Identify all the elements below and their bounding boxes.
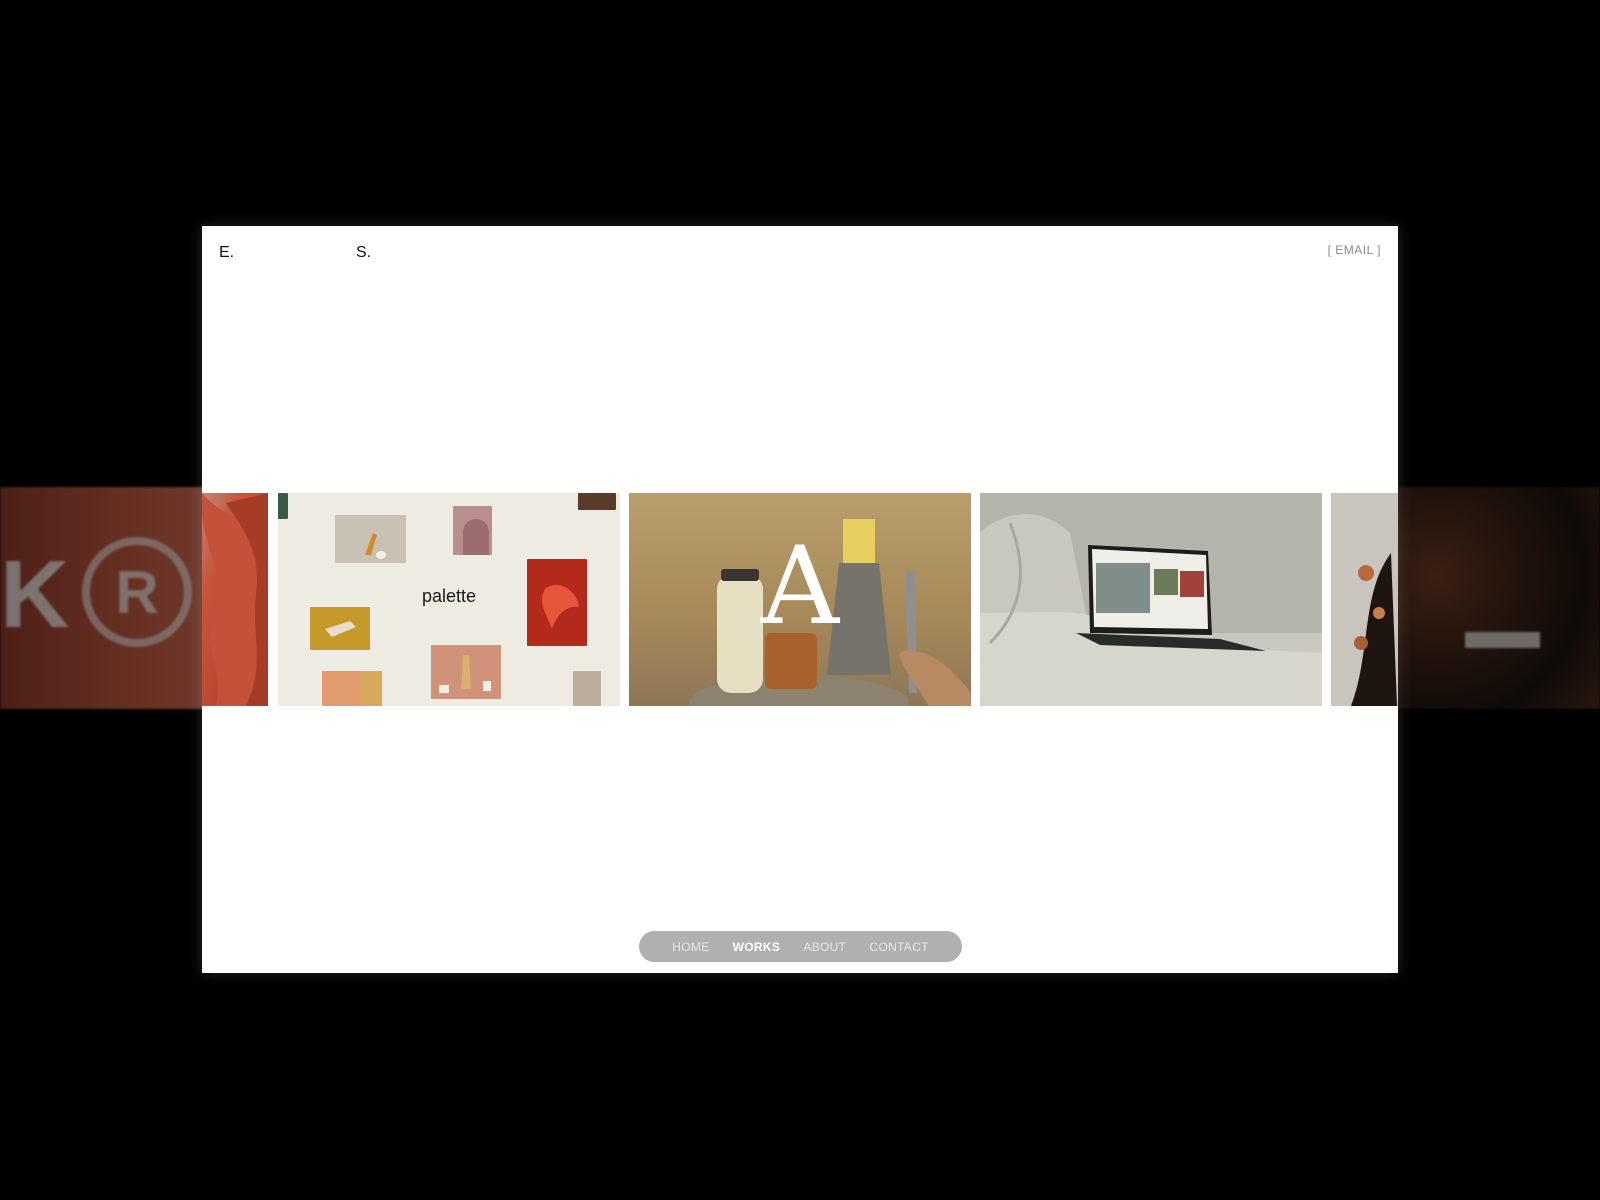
logo-first-initial[interactable]: E. [219,244,234,262]
work-card-textile[interactable] [1331,493,1398,706]
kitchen-letter: A [761,524,839,649]
registered-mark: R [82,537,192,647]
palette-thumb-arch [453,506,492,555]
nav-about[interactable]: ABOUT [803,940,846,954]
nav-home[interactable]: HOME [672,940,709,954]
palette-thumb-edge [278,493,288,519]
bottom-nav: HOME WORKS ABOUT CONTACT [639,931,962,962]
red-sculpture-image [202,493,268,706]
palette-thumb-shoe [335,515,406,563]
palette-thumb-blocks [322,671,382,706]
bleed-right-bar [1465,632,1540,648]
palette-title: palette [421,586,477,606]
palette-thumb-figure [578,493,616,510]
nav-works[interactable]: WORKS [733,940,781,954]
work-card-palette[interactable]: palette [278,493,620,706]
logo-last-initial[interactable]: S. [356,244,371,262]
works-carousel[interactable]: palette A [202,493,1398,706]
palette-thumb-hand [310,607,370,650]
email-link[interactable]: [ EMAIL ] [1328,243,1381,257]
sofa-laptop-image [980,514,1322,706]
work-card-sofa-laptop[interactable] [980,493,1322,706]
nav-contact[interactable]: CONTACT [869,940,928,954]
palette-thumb-sculpture [431,645,501,699]
bleed-left-letter: K [0,541,78,648]
palette-thumb-small [573,671,601,706]
work-card-kitchen[interactable]: A [629,493,971,706]
app-window: E. S. [ EMAIL ] palette A HOME WORKS ABO… [202,226,1398,973]
textile-image [1351,553,1397,706]
work-card-red-sculpture[interactable] [202,493,268,706]
